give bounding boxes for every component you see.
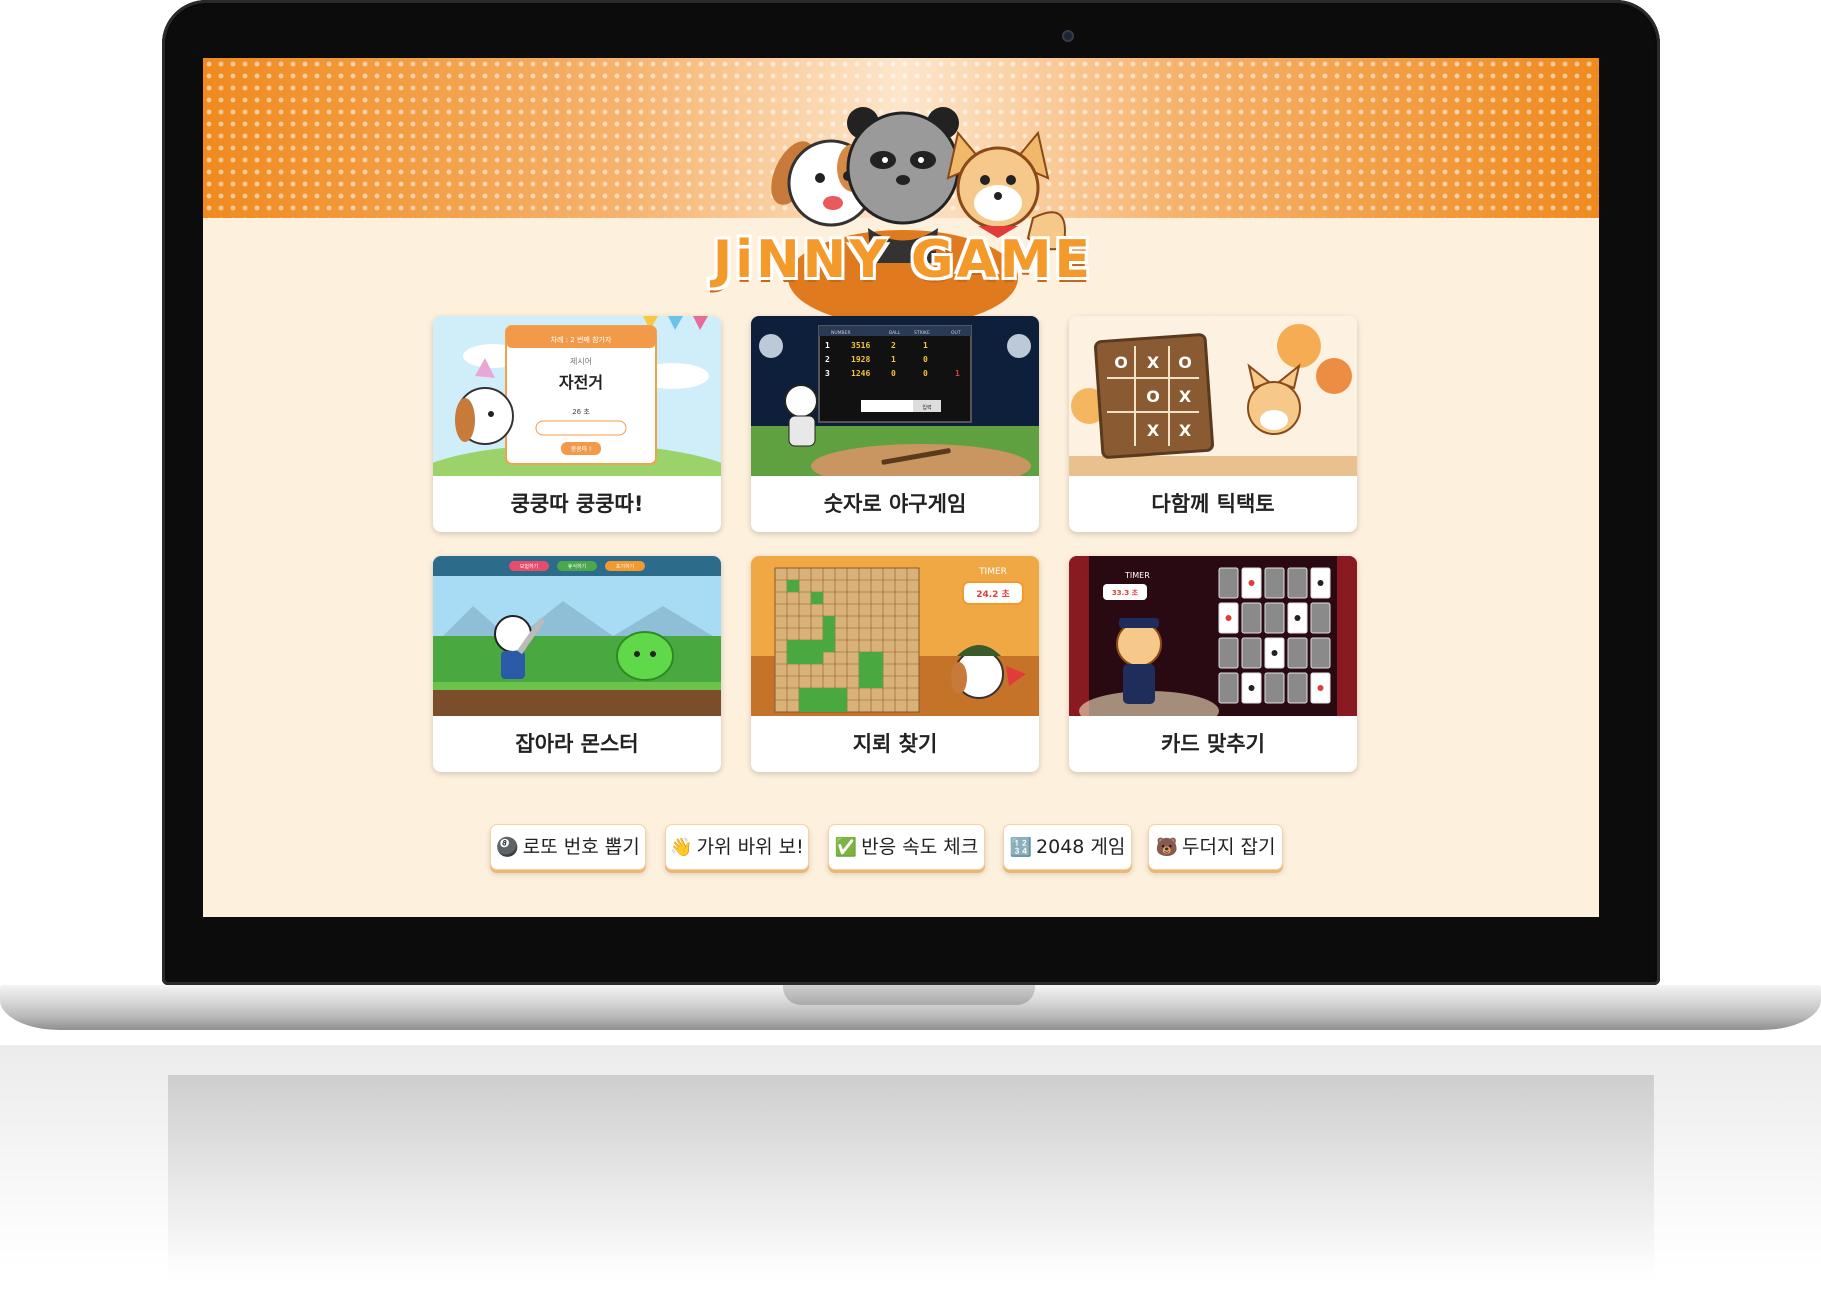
svg-text:1928: 1928 xyxy=(851,355,870,364)
site-logo[interactable]: JiNNY GAME xyxy=(703,78,1103,328)
svg-text:1: 1 xyxy=(923,341,928,350)
svg-text:X: X xyxy=(1147,421,1160,440)
playing-card xyxy=(1287,567,1308,599)
svg-text:O: O xyxy=(1146,387,1160,406)
baseball-thumbnail: NUMBER BALL STRIKE OUT 1 3516 2 1 2 1928… xyxy=(751,316,1039,476)
game-card-cards[interactable]: TIMER 33.3 초 카드 맞추기 xyxy=(1069,556,1357,772)
playing-card xyxy=(1264,602,1285,634)
svg-text:2: 2 xyxy=(825,355,830,364)
minesweeper-thumbnail: TIMER 24.2 초 xyxy=(751,556,1039,716)
waving-hand-icon: 👋 xyxy=(670,837,693,858)
reaction-speed-button[interactable]: ✅ 반응 속도 체크 xyxy=(828,824,985,870)
minesweeper-timer-label: TIMER xyxy=(978,567,1007,577)
browser-viewport: JiNNY GAME 차례 : 2 번째 참가자 제시어 자전거 26 초 쿵쿵… xyxy=(203,58,1599,917)
game-title: 숫자로 야구게임 xyxy=(823,492,967,516)
game-card-kungkungtta[interactable]: 차례 : 2 번째 참가자 제시어 자전거 26 초 쿵쿵따 ! 쿵쿵따 쿵쿵따… xyxy=(433,316,721,532)
numbers-icon: 🔢 xyxy=(1009,837,1033,858)
extra-games-row: 🎱 로또 번호 뽑기 👋 가위 바위 보! ✅ 반응 속도 체크 🔢 2048 게임 🐻… xyxy=(203,824,1599,872)
svg-text:O: O xyxy=(1178,353,1192,372)
bear-icon: 🐻 xyxy=(1155,837,1178,858)
kungkungtta-label-text: 제시어 xyxy=(570,356,592,366)
cards-thumbnail: TIMER 33.3 초 xyxy=(1069,556,1357,716)
svg-text:3516: 3516 xyxy=(851,341,870,350)
game-title: 쿵쿵따 쿵쿵따! xyxy=(510,492,644,516)
card-pip xyxy=(1317,685,1324,691)
kungkungtta-thumbnail: 차례 : 2 번째 참가자 제시어 자전거 26 초 쿵쿵따 ! xyxy=(433,316,721,476)
svg-text:3: 3 xyxy=(825,369,830,378)
svg-text:0: 0 xyxy=(923,355,928,364)
playing-card xyxy=(1218,567,1239,599)
svg-text:2: 2 xyxy=(891,341,896,350)
card-pip xyxy=(1294,615,1301,621)
playing-card xyxy=(1264,567,1285,599)
playing-card xyxy=(1310,637,1331,669)
kungkungtta-timer-text: 26 초 xyxy=(572,408,590,416)
card-pip xyxy=(1248,685,1255,691)
kungkungtta-turn-text: 차례 : 2 번째 참가자 xyxy=(551,335,612,344)
svg-text:X: X xyxy=(1179,421,1192,440)
svg-text:O: O xyxy=(1114,353,1128,372)
playing-card xyxy=(1287,637,1308,669)
cards-timer-value: 33.3 초 xyxy=(1112,588,1139,597)
kungkungtta-word-text: 자전거 xyxy=(559,373,603,392)
game-title: 다함께 틱택토 xyxy=(1151,492,1275,516)
svg-text:0: 0 xyxy=(923,369,928,378)
playing-card xyxy=(1264,672,1285,704)
game-card-tictactoe[interactable]: OXO OX XX 다함께 틱택토 xyxy=(1069,316,1357,532)
svg-text:STRIKE: STRIKE xyxy=(914,330,930,336)
svg-text:1246: 1246 xyxy=(851,369,870,378)
svg-text:X: X xyxy=(1179,387,1192,406)
laptop-reflection xyxy=(0,1045,1821,1310)
svg-text:NUMBER: NUMBER xyxy=(831,330,851,336)
rock-paper-scissors-button[interactable]: 👋 가위 바위 보! xyxy=(665,824,809,870)
game-title: 카드 맞추기 xyxy=(1161,732,1265,756)
game-card-monster[interactable]: 모험하기 휴식하기 포기하기 잡아라 몬스터 xyxy=(433,556,721,772)
card-pip xyxy=(1225,615,1232,621)
svg-text:입력: 입력 xyxy=(922,404,931,411)
playing-card xyxy=(1310,602,1331,634)
minesweeper-timer-value: 24.2 초 xyxy=(976,589,1010,600)
billiard-ball-icon: 🎱 xyxy=(496,837,519,858)
playing-card xyxy=(1287,672,1308,704)
laptop-notch xyxy=(783,985,1035,1005)
playing-card xyxy=(1241,602,1262,634)
tictactoe-thumbnail: OXO OX XX xyxy=(1069,316,1357,476)
svg-text:포기하기: 포기하기 xyxy=(616,563,634,570)
cards-timer-label: TIMER xyxy=(1124,571,1150,580)
playing-card xyxy=(1218,672,1239,704)
svg-text:X: X xyxy=(1147,353,1160,372)
game-title: 잡아라 몬스터 xyxy=(515,732,639,756)
card-pip xyxy=(1248,580,1255,586)
svg-text:OUT: OUT xyxy=(951,330,961,336)
svg-text:모험하기: 모험하기 xyxy=(520,563,538,570)
svg-text:1: 1 xyxy=(825,341,830,350)
svg-text:0: 0 xyxy=(891,369,896,378)
monster-thumbnail: 모험하기 휴식하기 포기하기 xyxy=(433,556,721,716)
mascots-illustration xyxy=(771,107,1066,326)
svg-text:1: 1 xyxy=(891,355,896,364)
game-2048-button[interactable]: 🔢 2048 게임 xyxy=(1003,824,1132,870)
webcam-icon xyxy=(1062,30,1074,42)
kungkungtta-button-text: 쿵쿵따 ! xyxy=(571,445,592,453)
lotto-button[interactable]: 🎱 로또 번호 뽑기 xyxy=(490,824,646,870)
logo-text: JiNNY GAME xyxy=(712,230,1094,290)
card-pip xyxy=(1271,650,1278,656)
playing-card xyxy=(1241,637,1262,669)
svg-text:1: 1 xyxy=(955,369,960,378)
card-pip xyxy=(1317,580,1324,586)
check-mark-icon: ✅ xyxy=(834,837,858,858)
svg-text:휴식하기: 휴식하기 xyxy=(568,563,586,570)
game-card-baseball[interactable]: NUMBER BALL STRIKE OUT 1 3516 2 1 2 1928… xyxy=(751,316,1039,532)
game-card-minesweeper[interactable]: TIMER 24.2 초 지뢰 찾기 xyxy=(751,556,1039,772)
game-title: 지뢰 찾기 xyxy=(852,732,938,756)
whack-a-mole-button[interactable]: 🐻 두더지 잡기 xyxy=(1148,824,1283,870)
svg-text:BALL: BALL xyxy=(889,330,901,336)
playing-card xyxy=(1218,637,1239,669)
